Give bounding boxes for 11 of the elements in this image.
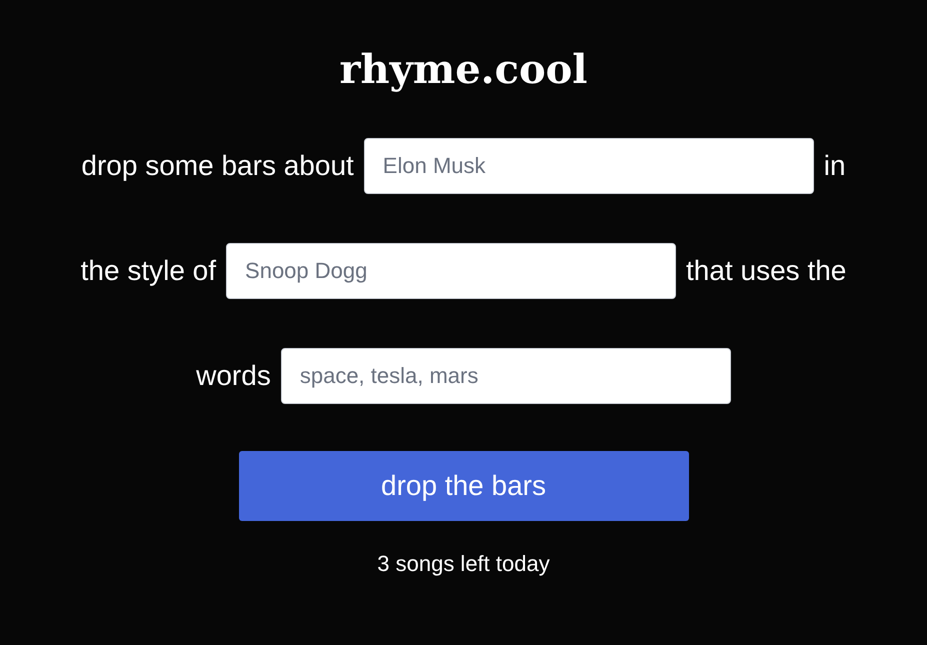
prompt-text: drop some bars about xyxy=(81,149,354,183)
site-title: rhyme.cool xyxy=(339,45,588,95)
input-field[interactable]: Elon Musk xyxy=(364,138,814,194)
songs-left-text: 3 songs left today xyxy=(377,550,550,578)
input-field[interactable]: Snoop Dogg xyxy=(226,243,676,299)
drop-bars-button[interactable]: drop the bars xyxy=(238,451,688,521)
prompt-text: words xyxy=(196,359,271,393)
prompt-text: in xyxy=(824,149,846,183)
prompt-text: the style of xyxy=(80,254,216,288)
input-field[interactable]: space, tesla, mars xyxy=(280,348,731,404)
prompt-text: that uses the xyxy=(686,254,846,288)
